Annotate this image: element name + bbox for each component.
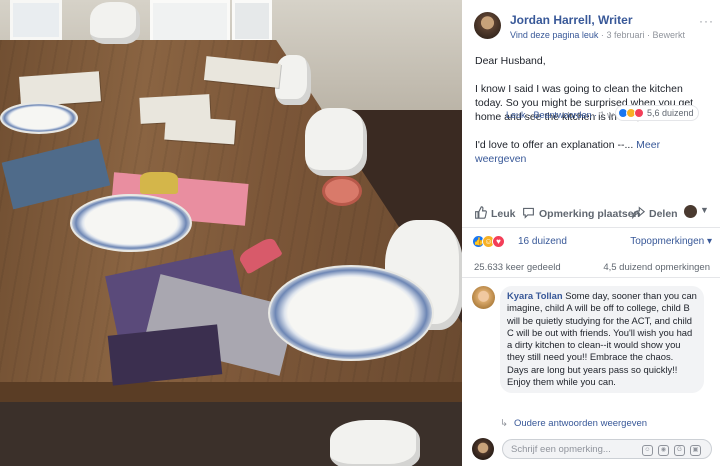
comment-like-link[interactable]: Leuk: [506, 110, 526, 120]
post-panel: Jordan Harrell, Writer Vind deze pagina …: [462, 0, 720, 466]
share-as-avatar[interactable]: [684, 205, 697, 218]
comment-reactions[interactable]: 5,6 duizend: [616, 106, 698, 120]
post-date[interactable]: 3 februari: [606, 30, 644, 40]
share-icon: [632, 206, 645, 219]
comment-reaction-count: 5,6 duizend: [647, 108, 694, 118]
comment-button[interactable]: Opmerking plaatsen: [522, 206, 640, 220]
current-user-avatar: [472, 438, 494, 460]
comment-composer: ☺ ◉ G ▣: [472, 436, 712, 462]
photo-tin: [322, 176, 362, 206]
like-page-link[interactable]: Vind deze pagina leuk: [510, 30, 598, 40]
post-meta: Vind deze pagina leuk · 3 februari · Bew…: [510, 30, 685, 40]
commenter-avatar[interactable]: [472, 286, 495, 309]
chevron-down-icon[interactable]: ▼: [700, 205, 709, 215]
gif-icon[interactable]: G: [674, 445, 685, 456]
share-label: Delen: [649, 208, 678, 220]
photo-chair: [90, 2, 140, 44]
meta-separator: ·: [600, 30, 604, 40]
share-button[interactable]: Delen: [632, 206, 678, 220]
post-paragraph: I'd love to offer an explanation --... M…: [475, 138, 711, 166]
post-greeting: Dear Husband,: [475, 55, 546, 67]
photo-window: [10, 0, 62, 40]
photo-cup: [140, 172, 178, 194]
photo-chair: [305, 108, 367, 176]
top-comments-dropdown[interactable]: Topopmerkingen ▾: [630, 236, 712, 247]
like-button[interactable]: Leuk: [474, 206, 516, 220]
post-photo[interactable]: [0, 0, 462, 466]
like-label: Leuk: [491, 208, 516, 220]
post-actions: Leuk Opmerking plaatsen Delen ▼: [462, 200, 720, 228]
photo-plate: [70, 194, 192, 252]
comment-reply-link[interactable]: Beantwoorden: [534, 110, 592, 120]
older-replies-link[interactable]: ↳ Oudere antwoorden weergeven: [500, 418, 647, 429]
author-avatar[interactable]: [474, 12, 501, 39]
photo-chair: [330, 420, 420, 466]
post-paragraph-text: I'd love to offer an explanation --...: [475, 139, 634, 151]
post-stats: 25.633 keer gedeeld 4,5 duizend opmerkin…: [462, 256, 720, 278]
meta-separator: ·: [646, 30, 650, 40]
older-replies-label: Oudere antwoorden weergeven: [513, 418, 648, 429]
sticker-icon[interactable]: ▣: [690, 445, 701, 456]
comment-count[interactable]: 4,5 duizend opmerkingen: [603, 262, 710, 273]
camera-icon[interactable]: ◉: [658, 445, 669, 456]
post-header: Jordan Harrell, Writer Vind deze pagina …: [474, 10, 714, 42]
comment-text: Some day, sooner than you can imagine, c…: [507, 290, 697, 388]
comment-actions: Leuk · Beantwoorden · 1 w: [506, 110, 614, 120]
comment-bubble: Kyara Tollan Some day, sooner than you c…: [500, 286, 704, 394]
photo-table-edge: [0, 382, 462, 402]
share-count[interactable]: 25.633 keer gedeeld: [474, 262, 561, 273]
reaction-count[interactable]: 16 duizend: [518, 236, 567, 247]
photo-paper: [164, 115, 236, 145]
commenter-name[interactable]: Kyara Tollan: [507, 290, 563, 301]
edited-label[interactable]: Bewerkt: [653, 30, 686, 40]
photo-plate: [0, 102, 78, 134]
reply-arrow-icon: ↳: [500, 418, 508, 429]
reactions-row: 👍 ☺ ♥ 16 duizend Topopmerkingen ▾: [472, 235, 712, 251]
comment-label: Opmerking plaatsen: [539, 208, 640, 220]
photo-chair: [275, 55, 311, 105]
photo-plate: [268, 265, 434, 361]
love-icon: [634, 108, 644, 118]
comment-time[interactable]: 1 w: [600, 110, 614, 120]
author-name[interactable]: Jordan Harrell, Writer: [510, 13, 632, 27]
more-options-icon[interactable]: ···: [699, 14, 714, 28]
love-icon[interactable]: ♥: [492, 235, 505, 248]
comment-icon: [523, 207, 534, 219]
thumbs-up-icon: [475, 206, 487, 219]
emoji-icon[interactable]: ☺: [642, 445, 653, 456]
photo-window: [232, 0, 272, 42]
